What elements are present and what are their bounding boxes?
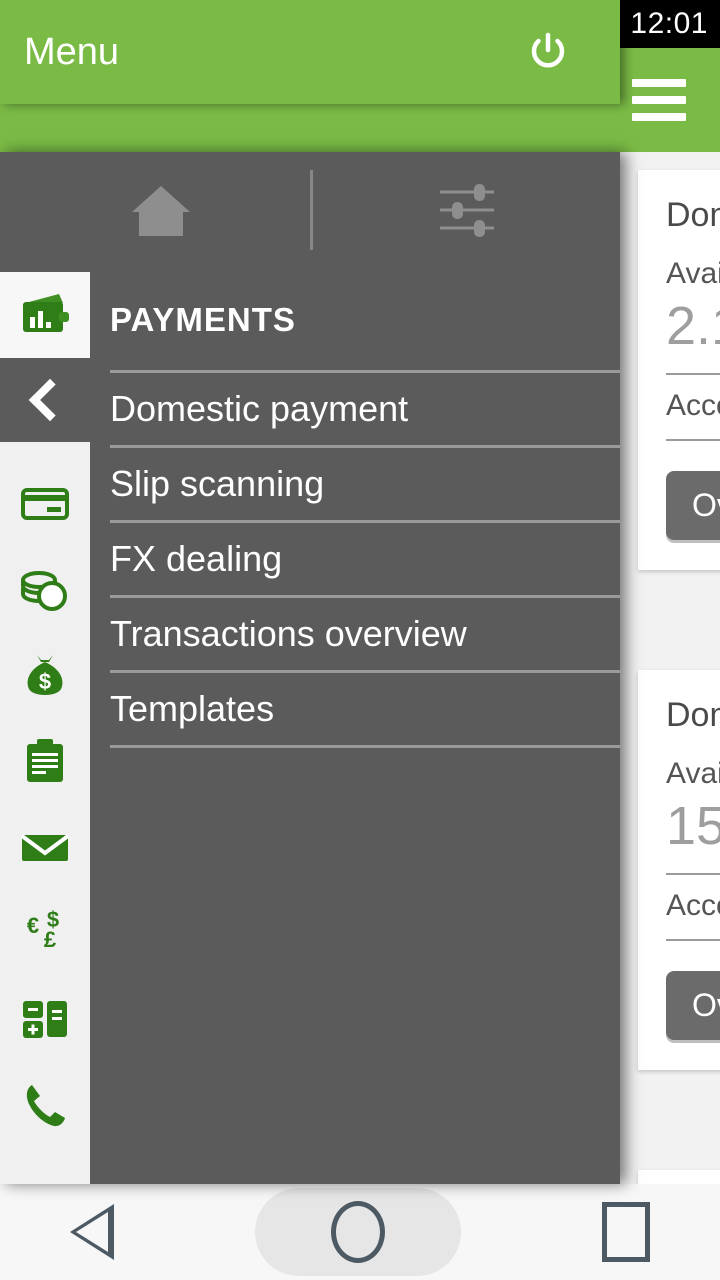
status-clock: 12:01 [630,7,708,40]
back-chevron-icon [28,378,72,422]
rail-item-calculator[interactable] [0,976,90,1062]
menu-item-fx-dealing[interactable]: FX dealing [110,523,620,595]
clipboard-icon [27,739,63,782]
rail-spacer [0,1148,90,1184]
menu-item-domestic-payment[interactable]: Domestic payment [110,373,620,445]
rail-item-currency-exchange[interactable]: € $ £ [0,890,90,976]
menu-item-label: Slip scanning [110,463,325,504]
divider [110,745,620,748]
drawer-menu-list: Domestic payment Slip scanning FX dealin… [110,370,620,748]
payments-section-header: $ PAYMENTS [0,270,620,370]
account-card-title: Domestic account [666,696,720,734]
back-nav-icon[interactable] [70,1204,115,1260]
rail-item-coins[interactable] [0,546,90,632]
phone-icon [26,1085,65,1127]
divider [666,373,720,375]
available-balance-label: Available balance [666,257,720,290]
menu-item-label: Domestic payment [110,388,409,429]
rail-item-back[interactable] [0,358,90,442]
account-card[interactable]: Domestic account Available balance 2.1 A… [638,170,720,570]
rail-item-cards[interactable] [0,460,90,546]
svg-text:£: £ [44,927,57,952]
account-number-label: Account number [666,889,720,922]
available-balance-amount: 2.1 [666,296,720,356]
svg-text:€: € [27,913,39,938]
home-nav-icon [330,1201,385,1263]
power-icon[interactable] [528,32,568,72]
credit-card-icon [21,488,69,520]
android-nav-bar [0,1184,720,1280]
envelope-icon [20,834,70,861]
divider [666,439,720,441]
overview-button[interactable]: Overview [666,471,720,540]
account-card[interactable]: Domestic account Available balance 15 Ac… [638,670,720,1070]
available-balance-label: Available balance [666,757,720,790]
hamburger-menu-icon[interactable] [632,79,686,121]
divider [666,939,720,941]
menu-title: Menu [24,30,120,73]
menu-item-transactions-overview[interactable]: Transactions overview [110,598,620,670]
coins-icon [21,571,67,611]
account-card-title: Domestic account [666,196,720,234]
menu-item-slip-scanning[interactable]: Slip scanning [110,448,620,520]
rail-item-messages[interactable] [0,804,90,890]
divider [666,873,720,875]
recents-nav-icon[interactable] [601,1202,650,1262]
navigation-drawer: $ PAYMENTS Domestic payment Slip scannin… [0,152,620,1184]
menu-item-label: Transactions overview [110,613,467,654]
overview-button[interactable]: Overview [666,971,720,1040]
icon-rail: $ € $ £ [0,272,90,1184]
home-icon[interactable] [130,182,192,238]
rail-item-clipboard[interactable] [0,718,90,804]
rail-item-contact[interactable] [0,1062,90,1148]
svg-text:$: $ [39,669,51,694]
currency-exchange-icon: € $ £ [27,907,59,952]
calculator-icon [23,1001,67,1038]
menu-item-label: Templates [110,688,275,729]
account-number-label: Account number [666,389,720,422]
rail-item-money-bag[interactable]: $ [0,632,90,718]
rail-spacer [0,442,90,460]
available-balance-amount: 15 [666,796,720,856]
phone-screen: 12:01 Domestic account Available balance… [0,0,720,1280]
divider [310,170,313,250]
menu-item-label: FX dealing [110,538,283,579]
drawer-app-bar: Menu [0,0,620,104]
menu-item-templates[interactable]: Templates [110,673,620,745]
rail-item-wallet[interactable] [0,272,90,358]
home-nav-button[interactable] [254,1188,461,1276]
section-title: PAYMENTS [110,301,296,338]
drawer-top-bar [0,152,620,270]
money-bag-icon: $ [27,655,63,695]
wallet-chart-icon [23,294,69,332]
settings-sliders-icon[interactable] [438,182,496,238]
